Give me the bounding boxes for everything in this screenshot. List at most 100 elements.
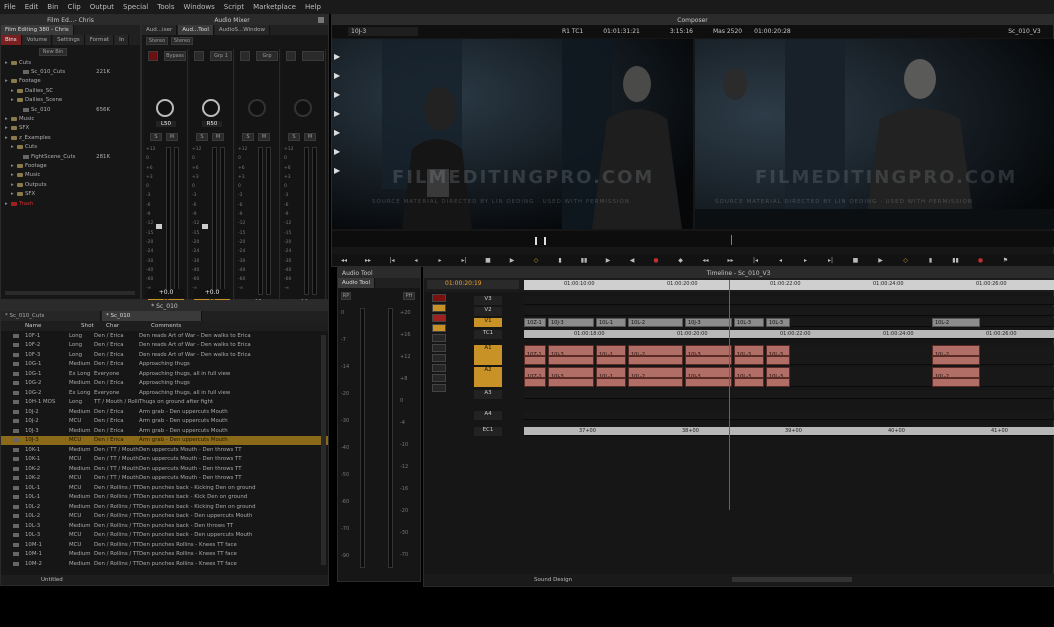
stereo-button[interactable]: Stereo (146, 37, 168, 45)
track-selector-a1[interactable]: A1 (474, 345, 502, 365)
transport-button[interactable]: ▸ (428, 257, 452, 264)
solo-button[interactable]: S (150, 133, 162, 141)
extract-icon[interactable] (432, 364, 446, 372)
table-row[interactable]: 10H-1 MOS Long TT / Mouth / RollinsThugs o… (1, 398, 328, 408)
sound-design-label[interactable]: Sound Design (534, 577, 572, 583)
monitor-icon[interactable] (432, 334, 446, 342)
tab-in[interactable]: In (115, 35, 130, 45)
table-row[interactable]: 10L-2 MCU Den / Rollins / TT Den punches ba… (1, 512, 328, 522)
pan-knob[interactable] (202, 99, 220, 117)
audio-clip[interactable]: 10L-3 (734, 345, 764, 365)
bin-tree-item[interactable]: ▸ Outputs (5, 180, 140, 189)
audio-clip[interactable]: 10L-2 (628, 367, 683, 387)
table-row[interactable]: 10M-2 Medium Den / Rollins / TT Den punches… (1, 559, 328, 569)
record-button[interactable] (194, 51, 204, 61)
red-button-icon[interactable] (432, 314, 446, 322)
bypass-button[interactable]: Grp 1 (210, 51, 232, 61)
transport-button[interactable]: ▸| (818, 257, 843, 264)
red-arrow-icon[interactable] (432, 294, 446, 302)
new-bin-button[interactable]: New Bin (39, 48, 67, 56)
transport-button[interactable]: |◂ (380, 257, 404, 264)
transport-button[interactable]: ■ (843, 257, 868, 264)
bin-tree-item[interactable]: ▸ Dailies_Scene (5, 96, 140, 105)
column-header-name[interactable]: Name (1, 323, 81, 329)
rp-button[interactable]: RP (341, 292, 351, 300)
bin-tree-item[interactable]: ▸ Trash (5, 199, 140, 208)
bin-tree-item[interactable]: ▸ Dailies_SC (5, 86, 140, 95)
video-clip[interactable]: 10L-2 (932, 318, 980, 327)
video-clip[interactable]: 10L-3 (734, 318, 764, 327)
menu-windows[interactable]: Windows (184, 3, 215, 11)
menu-clip[interactable]: Clip (67, 3, 80, 11)
gain-value[interactable]: +0.0 (194, 289, 230, 297)
table-row[interactable]: 10K-1 MCU Den / TT / Mouth Den uppercuts Mo… (1, 455, 328, 465)
audio-clip[interactable]: 10J-3 (685, 367, 732, 387)
table-row[interactable]: 10M-1 Medium Den / Rollins / TT Den punches… (1, 550, 328, 560)
column-header-char[interactable]: Char (106, 323, 151, 329)
tab-mixer-0[interactable]: Aud...ixer (142, 25, 178, 35)
track-selector-ec1[interactable]: EC1 (474, 427, 502, 436)
transport-button[interactable]: |◂ (743, 257, 768, 264)
mute-button[interactable]: M (212, 133, 224, 141)
transport-button[interactable]: ◂◂ (693, 257, 718, 264)
yellow-button-icon[interactable] (432, 324, 446, 332)
tab-mixer-2[interactable]: AudioS...Window (214, 25, 270, 35)
source-monitor[interactable]: FILMEDITINGPRO.COM SOURCE MATERIAL DIREC… (332, 39, 693, 229)
audio-clip[interactable]: 10L-2 (628, 345, 683, 365)
video-clip[interactable]: 10J-3 (685, 318, 732, 327)
table-row[interactable]: 10J-2 MCU Den / Erica Arm grab - Den upperc… (1, 417, 328, 427)
table-row[interactable]: 10J-2 Medium Den / Erica Arm grab - Den upp… (1, 407, 328, 417)
segment-icon[interactable] (432, 344, 446, 352)
menu-output[interactable]: Output (90, 3, 114, 11)
video-clip[interactable]: 10Z-1 (524, 318, 546, 327)
column-header-shot[interactable]: Shot (81, 323, 106, 329)
bypass-button[interactable]: Bypass (164, 51, 186, 61)
position-bars[interactable] (332, 231, 1054, 247)
track-selector-tc1[interactable]: TC1 (474, 330, 502, 339)
transport-button[interactable]: ▮ (548, 257, 572, 264)
tab-audio-tool[interactable]: Audio Tool (338, 278, 376, 288)
tab-project[interactable]: Film Editing 380 - Chris (1, 25, 74, 35)
transport-button[interactable]: ◇ (893, 257, 918, 264)
transport-button[interactable]: ▸▸ (718, 257, 743, 264)
table-row[interactable]: 10F-3 Long Den / Erica Den reads Art of War… (1, 350, 328, 360)
source-clip-name[interactable]: 10J-3 (348, 27, 418, 36)
gain-value[interactable]: +0.0 (148, 289, 184, 297)
table-row[interactable]: 10L-1 MCU Den / Rollins / TT Den punches ba… (1, 483, 328, 493)
record-position-indicator[interactable] (731, 235, 732, 245)
transport-button[interactable]: ▸ (793, 257, 818, 264)
track-selector-a2[interactable]: A2 (474, 367, 502, 387)
bin-tree-item[interactable]: ▸ Music (5, 171, 140, 180)
bin-tree-item[interactable]: ▸ SFX (5, 124, 140, 133)
audio-clip[interactable]: 10L-2 (932, 367, 980, 387)
record-button[interactable] (148, 51, 158, 61)
bin-tree-item[interactable]: ▸ Music (5, 114, 140, 123)
video-clip[interactable]: 10L-3 (766, 318, 790, 327)
table-row[interactable]: 10L-1 Medium Den / Rollins / TT Den punches… (1, 493, 328, 503)
track-selector-v3[interactable]: V3 (474, 296, 502, 305)
source-position-indicator-2[interactable] (544, 237, 546, 245)
table-row[interactable]: 10K-2 Medium Den / TT / Mouth Den uppercuts… (1, 464, 328, 474)
audio-clip[interactable]: 10L-2 (932, 345, 980, 365)
transport-button[interactable]: ▶ (596, 257, 620, 264)
transport-button[interactable]: ◇ (524, 257, 548, 264)
menu-bin[interactable]: Bin (47, 3, 58, 11)
mute-button[interactable]: M (258, 133, 270, 141)
track-selector-v1[interactable]: V1 (474, 318, 502, 327)
stereo-button-2[interactable]: Stereo (171, 37, 193, 45)
timeline-playhead[interactable] (729, 280, 730, 510)
audio-clip[interactable]: 10L-3 (766, 367, 790, 387)
transport-button[interactable]: ▮ (918, 257, 943, 264)
bin-footer-label[interactable]: Untitled (41, 577, 63, 583)
ph-button[interactable]: PH (403, 292, 415, 300)
audio-clip[interactable]: 10L-1 (596, 367, 626, 387)
transport-button[interactable]: ◂◂ (332, 257, 356, 264)
audio-clip[interactable]: 10Z-1 (524, 367, 546, 387)
bin-tree-item[interactable]: Sc_010_Cuts 221K (5, 67, 140, 76)
track-selector-a4[interactable]: A4 (474, 411, 502, 420)
transport-button[interactable]: ◂ (404, 257, 428, 264)
table-row[interactable]: 10G-2 Medium Den / Erica Approaching thugs (1, 379, 328, 389)
solo-button[interactable]: S (288, 133, 300, 141)
timeline-ruler[interactable]: 01:00:10:00 01:00:20:00 01:00:22:00 01:00:2… (524, 280, 1054, 510)
tab-bin-0[interactable]: * Sc_010_Cuts (1, 311, 101, 321)
